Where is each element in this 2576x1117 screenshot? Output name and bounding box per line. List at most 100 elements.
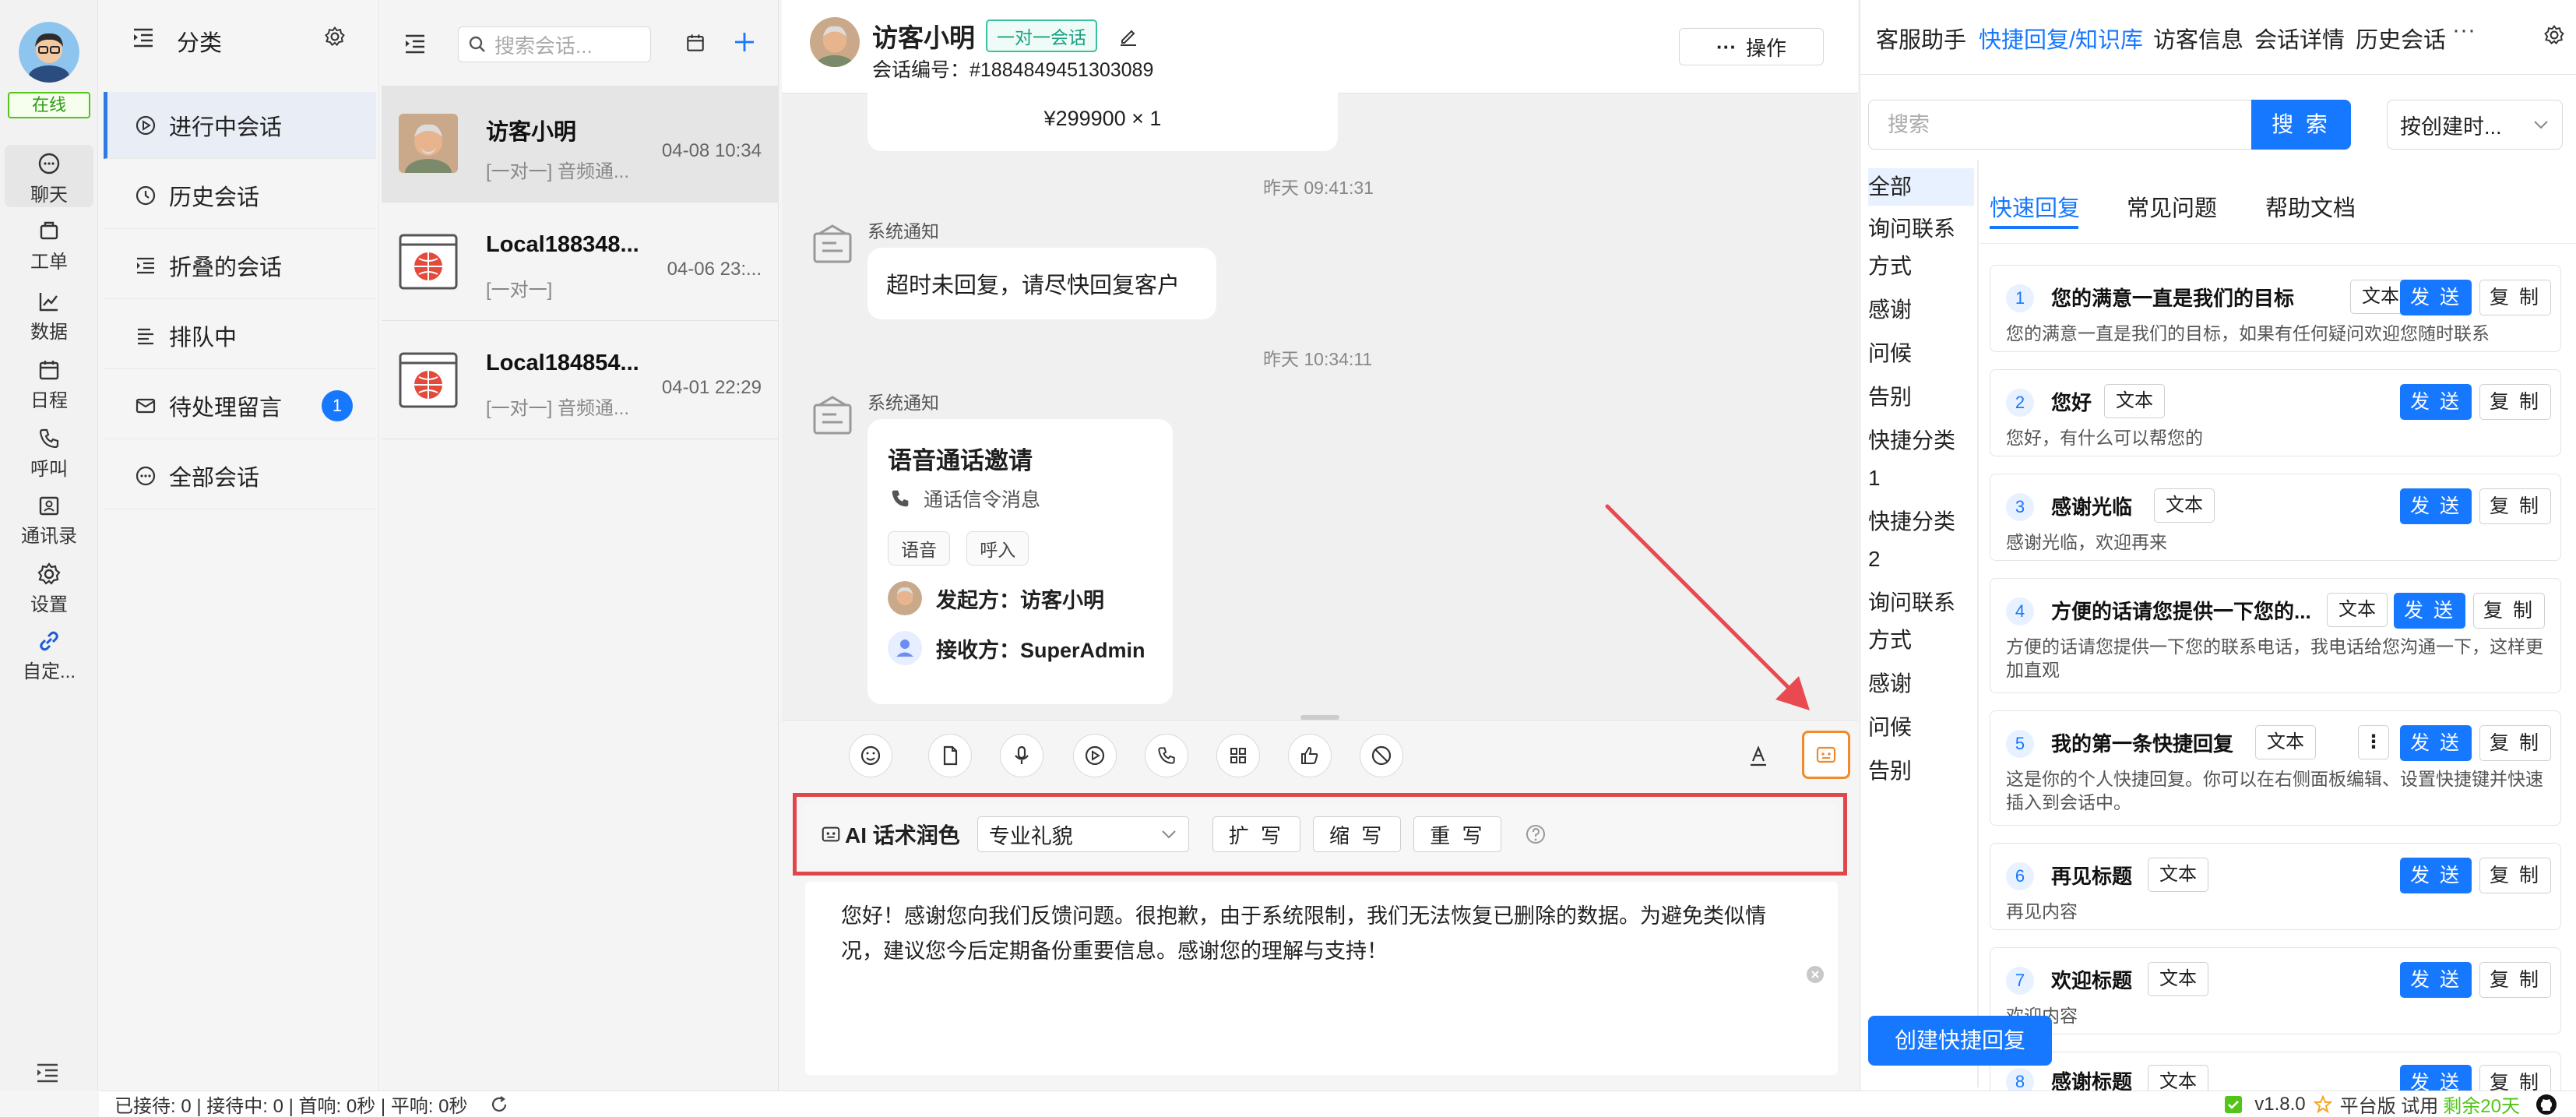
message-input[interactable]: 您好！感谢您向我们反馈问题。很抱歉，由于系统限制，我们无法恢复已删除的数据。为避… (805, 882, 1838, 1075)
quick-reply-card[interactable]: 6 再见标题 文本 发 送 复 制 再见内容 (1990, 843, 2561, 930)
video-tool[interactable] (1073, 734, 1117, 777)
rail-item-call[interactable]: 呼叫 (5, 425, 93, 481)
block-tool[interactable] (1360, 734, 1403, 777)
menu-fold-icon[interactable] (132, 26, 155, 48)
kb-category-contact[interactable]: 询问联系 (1868, 210, 1955, 248)
kb-category-farewell[interactable]: 告别 (1868, 379, 1912, 416)
emoji-tool[interactable] (849, 734, 892, 777)
category-item-folded[interactable]: 折叠的会话 (104, 232, 376, 299)
send-reply-button[interactable]: 发 送 (2400, 280, 2472, 315)
rail-item-schedule[interactable]: 日程 (5, 357, 93, 412)
create-quick-reply-button[interactable]: 创建快捷回复 (1868, 1016, 2052, 1066)
kb-category-greeting[interactable]: 问候 (1868, 335, 1912, 372)
kb-category-contact-b[interactable]: 询问联系 (1868, 584, 1955, 622)
send-reply-button[interactable]: 发 送 (2400, 858, 2472, 893)
rail-item-chat[interactable]: 聊天 (5, 145, 93, 207)
send-reply-button[interactable]: 发 送 (2400, 1065, 2472, 1091)
tab-visitor-info[interactable]: 访客信息 (2153, 22, 2243, 55)
tab-quick-reply-kb[interactable]: 快捷回复/知识库 (1979, 22, 2143, 55)
apps-tool[interactable] (1216, 734, 1260, 777)
gear-icon[interactable] (2543, 23, 2566, 47)
kb-search-input[interactable]: 搜索 (1868, 100, 2253, 150)
send-reply-button[interactable]: 发 送 (2400, 384, 2472, 420)
rail-item-custom[interactable]: 自定... (5, 628, 93, 683)
copy-reply-button[interactable]: 复 制 (2473, 593, 2545, 629)
edit-icon[interactable] (1117, 25, 1139, 47)
quick-reply-card[interactable]: 7 欢迎标题 文本 发 送 复 制 欢迎内容 (1990, 947, 2561, 1034)
voice-call-card[interactable]: 语音通话邀请 通话信令消息 语音 呼入 发起方：访客小明 接收方：SuperAd… (867, 419, 1173, 704)
quick-reply-card[interactable]: 1 您的满意一直是我们的目标 文本 发 送 复 制 您的满意一直是我们的目标，如… (1990, 265, 2561, 352)
kb-category-contact-cont[interactable]: 方式 (1868, 248, 1912, 285)
rating-tool[interactable] (1288, 734, 1332, 777)
copy-reply-button[interactable]: 复 制 (2479, 725, 2551, 761)
kb-category-quick-2[interactable]: 快捷分类 (1868, 503, 1955, 541)
tab-assistant[interactable]: 客服助手 (1876, 22, 1966, 55)
tone-select[interactable]: 专业礼貌 (977, 816, 1189, 852)
kb-category-thanks-b[interactable]: 感谢 (1868, 665, 1912, 703)
subtab-faq[interactable]: 常见问题 (2127, 190, 2217, 223)
copy-reply-button[interactable]: 复 制 (2479, 1065, 2551, 1091)
sort-select[interactable]: 按创建时... (2387, 100, 2563, 150)
agent-avatar[interactable] (19, 22, 79, 83)
voice-tool[interactable] (1000, 734, 1043, 777)
send-reply-button[interactable]: 发 送 (2400, 488, 2472, 524)
copy-reply-button[interactable]: 复 制 (2479, 858, 2551, 893)
more-tabs-icon[interactable]: ··· (2452, 17, 2476, 44)
expand-button[interactable]: 扩 写 (1212, 816, 1301, 852)
refresh-icon[interactable] (489, 1094, 509, 1115)
ai-polish-toggle-button[interactable] (1802, 731, 1850, 779)
quick-reply-card[interactable]: 4 方便的话请您提供一下您的... 文本 发 送 复 制 方便的话请您提供一下您… (1990, 578, 2561, 693)
kb-category-quick-1-cont[interactable]: 1 (1868, 460, 1881, 497)
rail-item-ticket[interactable]: 工单 (5, 218, 93, 273)
quick-reply-card[interactable]: 5 我的第一条快捷回复 文本 ⋮ 发 送 复 制 这是你的个人快捷回复。你可以在… (1990, 710, 2561, 826)
tab-session-details[interactable]: 会话详情 (2254, 22, 2345, 55)
resize-handle[interactable] (1300, 715, 1339, 720)
quick-reply-card[interactable]: 2 您好 文本 发 送 复 制 您好，有什么可以帮您的 (1990, 369, 2561, 456)
github-icon[interactable] (2536, 1094, 2557, 1115)
kb-category-greeting-b[interactable]: 问候 (1868, 709, 1912, 746)
collapse-rail-icon[interactable] (34, 1061, 61, 1084)
rail-item-data[interactable]: 数据 (5, 288, 93, 344)
kb-category-farewell-b[interactable]: 告别 (1868, 752, 1912, 790)
calendar-filter-icon[interactable] (684, 31, 707, 55)
subtab-help-docs[interactable]: 帮助文档 (2265, 190, 2356, 223)
kb-category-thanks[interactable]: 感谢 (1868, 291, 1912, 329)
conversation-search-input[interactable]: 搜索会话... (458, 26, 651, 62)
add-conversation-icon[interactable] (732, 30, 757, 55)
conversation-item[interactable]: Local184854... [一对一] 音频通... 04-01 22:29 (382, 322, 779, 439)
list-collapse-icon[interactable] (403, 33, 427, 55)
category-item-all-sessions[interactable]: 全部会话 (104, 442, 376, 509)
quick-reply-card[interactable]: 8 感谢标题 文本 发 送 复 制 (1990, 1052, 2561, 1091)
send-reply-button[interactable]: 发 送 (2400, 725, 2472, 761)
send-reply-button[interactable]: 发 送 (2394, 593, 2465, 629)
copy-reply-button[interactable]: 复 制 (2479, 962, 2551, 998)
category-settings-icon[interactable] (323, 25, 347, 48)
more-options-icon[interactable]: ⋮ (2358, 725, 2389, 759)
rewrite-button[interactable]: 重 写 (1413, 816, 1502, 852)
help-icon[interactable] (1525, 823, 1547, 845)
category-item-queue[interactable]: 排队中 (104, 302, 376, 369)
category-item-active-sessions[interactable]: 进行中会话 (104, 92, 376, 159)
kb-category-contact-b-cont[interactable]: 方式 (1868, 622, 1912, 659)
text-format-tool[interactable] (1737, 734, 1780, 777)
copy-reply-button[interactable]: 复 制 (2479, 384, 2551, 420)
category-item-history[interactable]: 历史会话 (104, 162, 376, 229)
send-reply-button[interactable]: 发 送 (2400, 962, 2472, 998)
tab-history[interactable]: 历史会话 (2356, 22, 2446, 55)
clear-input-icon[interactable] (1805, 964, 1825, 985)
quick-reply-card[interactable]: 3 感谢光临 文本 发 送 复 制 感谢光临，欢迎再来 (1990, 474, 2561, 561)
shrink-button[interactable]: 缩 写 (1313, 816, 1402, 852)
online-status-badge[interactable]: 在线 (8, 92, 90, 118)
rail-item-settings[interactable]: 设置 (5, 561, 93, 616)
kb-search-button[interactable]: 搜 索 (2251, 100, 2351, 150)
category-item-pending-messages[interactable]: 待处理留言 1 (104, 372, 376, 439)
conversation-item[interactable]: Local188348... [一对一] 04-06 23:... (382, 204, 779, 321)
file-tool[interactable] (928, 734, 972, 777)
call-tool[interactable] (1145, 734, 1188, 777)
operations-button[interactable]: ··· 操作 (1679, 28, 1824, 65)
subtab-quick-reply[interactable]: 快速回复 (1990, 190, 2080, 223)
kb-category-quick-1[interactable]: 快捷分类 (1868, 422, 1955, 460)
kb-category-all[interactable]: 全部 (1868, 168, 1974, 206)
rail-item-contacts[interactable]: 通讯录 (5, 492, 93, 548)
copy-reply-button[interactable]: 复 制 (2479, 280, 2551, 315)
